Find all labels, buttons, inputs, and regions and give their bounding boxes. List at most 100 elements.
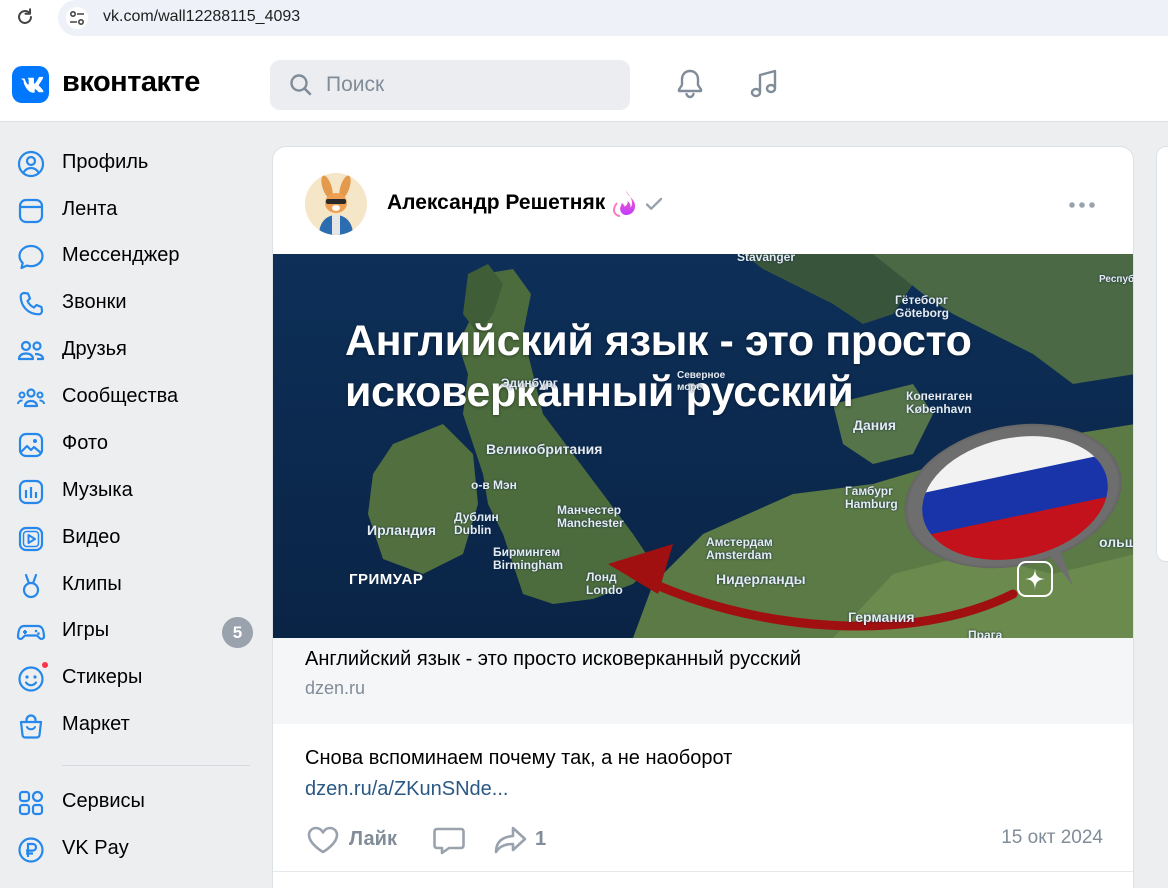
map-label: Лонд Londo — [586, 570, 623, 597]
search-icon — [290, 74, 312, 96]
sidebar-divider — [62, 765, 250, 766]
banner-title-line: Английский язык - это просто — [345, 317, 972, 365]
sidebar-item-label: Маркет — [62, 713, 130, 735]
sidebar-item-friends[interactable]: Друзья — [0, 328, 262, 372]
post-author-name[interactable]: Александр Решетняк — [387, 191, 605, 215]
services-icon — [18, 790, 44, 816]
vk-header: вконтакте — [0, 46, 1168, 122]
sidebar-item-clips[interactable]: Клипы — [0, 563, 262, 607]
map-label: Гётеборг Göteborg — [895, 293, 949, 320]
sidebar-item-vkpay[interactable]: VK Pay — [0, 827, 262, 871]
sidebar-item-photo[interactable]: Фото — [0, 422, 262, 466]
avatar[interactable] — [305, 173, 367, 235]
map-label: Великобритания — [486, 441, 603, 457]
sidebar-item-label: Сервисы — [62, 790, 145, 812]
browser-address-bar: vk.com/wall12288115_4093 — [0, 0, 1168, 46]
map-label: Копенгаген København — [906, 389, 973, 416]
banner-watermark: ГРИМУАР — [349, 571, 424, 588]
sidebar-item-video[interactable]: Видео — [0, 516, 262, 560]
map-label: Эдинбург — [501, 376, 558, 390]
market-icon — [19, 714, 43, 739]
banner-title: Английский язык - это просто исковерканн… — [345, 316, 972, 418]
link-preview-domain: dzen.ru — [305, 678, 366, 698]
like-button[interactable]: Лайк — [305, 821, 405, 857]
music-icon — [18, 479, 44, 505]
phone-icon — [19, 291, 44, 316]
search-bar[interactable] — [270, 60, 630, 110]
link-preview-title[interactable]: Английский язык - это просто исковерканн… — [305, 648, 801, 671]
right-panel-edge — [1156, 146, 1168, 562]
share-icon — [494, 826, 527, 854]
games-count-badge: 5 — [222, 617, 253, 648]
vk-logo-icon[interactable] — [12, 66, 49, 103]
profile-icon — [17, 150, 45, 178]
post-more-options-icon[interactable] — [1067, 193, 1097, 217]
post-text: Снова вспоминаем почему так, а не наобор… — [305, 747, 733, 769]
sidebar-item-label: Фото — [62, 432, 108, 454]
sidebar-item-label: Музыка — [62, 479, 133, 501]
search-input[interactable] — [326, 60, 616, 110]
sidebar-item-communities[interactable]: Сообщества — [0, 375, 262, 419]
sidebar-item-calls[interactable]: Звонки — [0, 281, 262, 325]
wall-post: Александр Решетняк Английский язык - это… — [272, 146, 1134, 888]
post-link-image[interactable]: Английский язык - это просто исковерканн… — [273, 254, 1133, 638]
notifications-bell-icon[interactable] — [672, 66, 708, 102]
map-label: Прага — [968, 628, 1003, 638]
post-text-link[interactable]: dzen.ru/a/ZKunSNde... — [305, 778, 508, 801]
music-note-icon[interactable] — [746, 66, 782, 102]
map-label: Северное море — [677, 370, 726, 393]
map-label: Stavanger — [737, 254, 796, 264]
clips-icon — [22, 573, 40, 599]
map-label: Дублин Dublin — [454, 510, 499, 537]
reload-icon[interactable] — [14, 6, 36, 28]
sidebar-item-label: Профиль — [62, 151, 149, 173]
url-text[interactable]: vk.com/wall12288115_4093 — [103, 8, 300, 26]
stickers-new-dot — [40, 660, 50, 670]
share-count: 1 — [535, 828, 547, 850]
map-label: Гамбург Hamburg — [845, 484, 898, 511]
sidebar-item-market[interactable]: Маркет — [0, 703, 262, 747]
sidebar-item-label: Игры — [62, 619, 110, 641]
post-divider — [273, 871, 1133, 872]
sidebar-item-label: Видео — [62, 526, 121, 548]
comment-button[interactable] — [431, 821, 467, 857]
fire-emoji-icon — [613, 190, 636, 217]
sidebar-item-label: VK Pay — [62, 837, 129, 859]
map-label: Бирмингем Birmingham — [493, 545, 564, 572]
sidebar-item-label: Стикеры — [62, 666, 143, 688]
post-link-preview[interactable]: Английский язык - это просто исковерканн… — [273, 638, 1133, 724]
map-label: о-в Мэн — [471, 478, 517, 492]
sidebar-item-feed[interactable]: Лента — [0, 188, 262, 232]
sidebar-item-music[interactable]: Музыка — [0, 469, 262, 513]
sidebar-item-label: Лента — [62, 198, 118, 220]
sidebar-item-stickers[interactable]: Стикеры — [0, 656, 262, 700]
map-label: Манчестер Manchester — [557, 503, 624, 530]
verified-check-icon — [645, 197, 663, 210]
site-settings-icon[interactable] — [66, 7, 88, 29]
messenger-icon — [18, 244, 44, 270]
sidebar-item-services[interactable]: Сервисы — [0, 780, 262, 824]
map-label: ольша — [1099, 534, 1133, 550]
photo-icon — [18, 432, 44, 458]
post-date[interactable]: 15 окт 2024 — [1001, 827, 1103, 849]
vk-logo-text[interactable]: вконтакте — [62, 66, 200, 99]
feed-icon — [18, 198, 44, 224]
map-label: Амстердам Amsterdam — [706, 535, 773, 562]
sidebar-item-label: Мессенджер — [62, 244, 180, 266]
like-label: Лайк — [349, 828, 397, 850]
share-button[interactable]: 1 — [493, 821, 553, 857]
sidebar-item-messenger[interactable]: Мессенджер — [0, 234, 262, 278]
sidebar-item-profile[interactable]: Профиль — [0, 141, 262, 185]
sidebar-item-label: Сообщества — [62, 385, 179, 407]
communities-icon — [17, 388, 45, 408]
url-field[interactable]: vk.com/wall12288115_4093 — [58, 0, 1168, 36]
heart-icon — [307, 826, 339, 854]
games-icon — [16, 624, 46, 641]
sidebar-item-label: Друзья — [62, 338, 127, 360]
friends-icon — [17, 340, 45, 361]
post-actions-bar: Лайк 1 15 окт 2024 — [273, 815, 1133, 871]
comment-icon — [433, 827, 465, 855]
video-icon — [18, 526, 44, 552]
sidebar-item-games[interactable]: Игры 5 — [0, 609, 262, 653]
map-label: Нидерланды — [716, 571, 806, 587]
